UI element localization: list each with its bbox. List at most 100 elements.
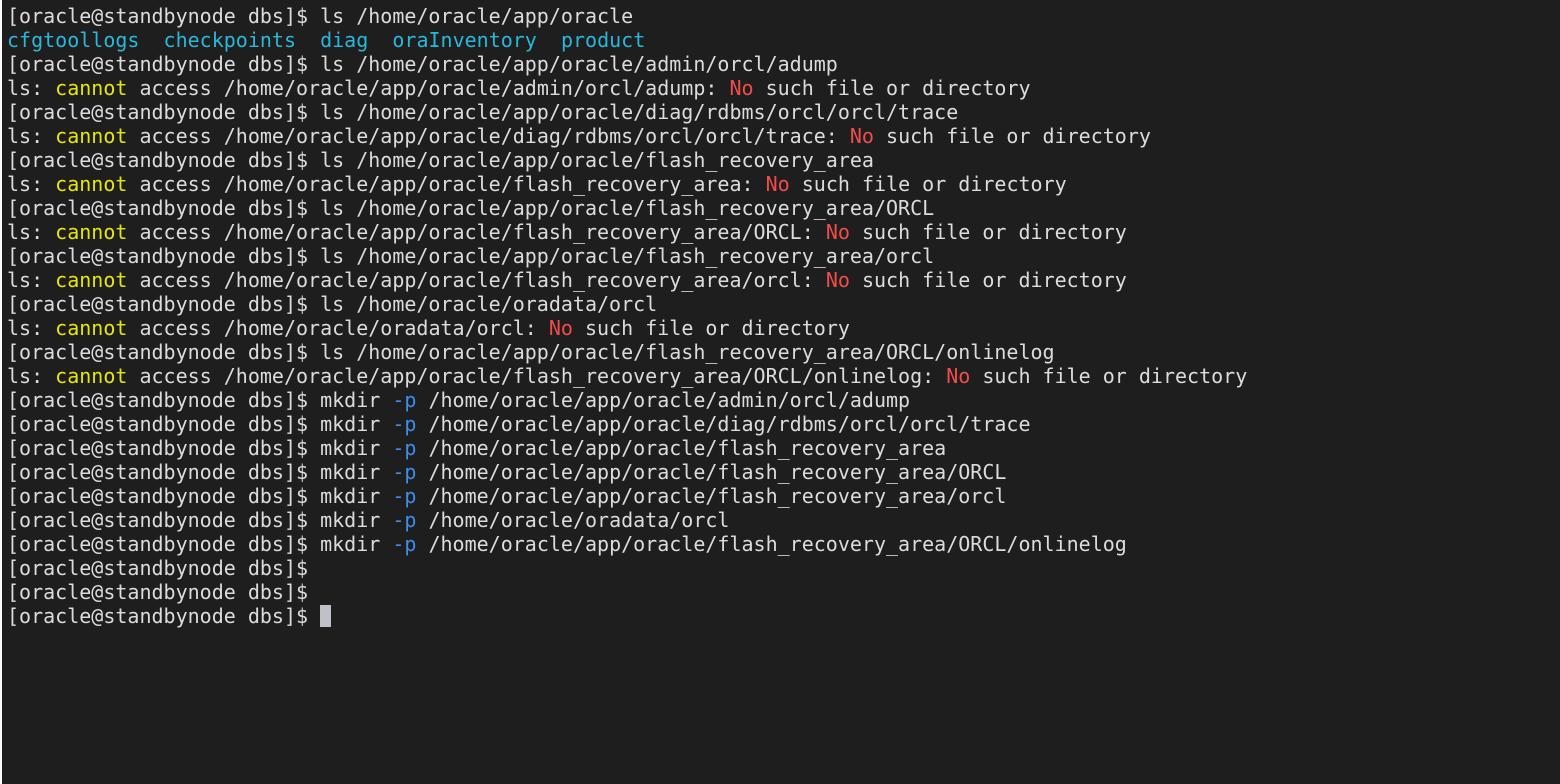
terminal-line: [oracle@standbynode dbs]$ ls /home/oracl… (7, 148, 1247, 172)
command-option: -p (392, 484, 417, 508)
terminal-line: ls: cannot access /home/oracle/app/oracl… (7, 172, 1247, 196)
output-text: ls: (7, 316, 56, 340)
output-text: [oracle@standbynode dbs]$ mkdir (7, 532, 393, 556)
terminal-output: [oracle@standbynode dbs]$ ls /home/oracl… (7, 4, 1247, 628)
terminal-line: ls: cannot access /home/oracle/app/oracl… (7, 76, 1247, 100)
error-text: No (765, 172, 790, 196)
directory-name: cfgtoollogs (7, 28, 140, 52)
output-text: /home/oracle/app/oracle/admin/orcl/adump (416, 388, 911, 412)
output-text: [oracle@standbynode dbs]$ ls /home/oracl… (7, 292, 658, 316)
terminal-line: [oracle@standbynode dbs]$ mkdir -p /home… (7, 508, 1247, 532)
output-text: such file or directory (753, 76, 1031, 100)
terminal-line: ls: cannot access /home/oracle/app/oracl… (7, 268, 1247, 292)
terminal-line: ls: cannot access /home/oracle/oradata/o… (7, 316, 1247, 340)
command-option: -p (392, 436, 417, 460)
terminal-line: [oracle@standbynode dbs]$ (7, 580, 1247, 604)
output-text: [oracle@standbynode dbs]$ mkdir (7, 436, 393, 460)
error-text: No (548, 316, 573, 340)
terminal-line: [oracle@standbynode dbs]$ mkdir -p /home… (7, 436, 1247, 460)
output-text: such file or directory (789, 172, 1067, 196)
error-text: No (946, 364, 971, 388)
text-cursor (320, 605, 332, 627)
output-text: access /home/oracle/oradata/orcl: (127, 316, 549, 340)
output-text: ls: (7, 268, 56, 292)
error-text: No (825, 268, 850, 292)
error-text: No (729, 76, 754, 100)
terminal-line: [oracle@standbynode dbs]$ mkdir -p /home… (7, 532, 1247, 556)
output-text: such file or directory (849, 220, 1127, 244)
terminal-line: [oracle@standbynode dbs]$ ls /home/oracl… (7, 52, 1247, 76)
directory-name: diag (320, 28, 369, 52)
directory-name: checkpoints (163, 28, 296, 52)
terminal-line: [oracle@standbynode dbs]$ ls /home/oracl… (7, 340, 1247, 364)
output-text: /home/oracle/oradata/orcl (416, 508, 730, 532)
terminal-line: [oracle@standbynode dbs]$ mkdir -p /home… (7, 388, 1247, 412)
output-text: [oracle@standbynode dbs]$ (7, 556, 309, 580)
terminal-line: [oracle@standbynode dbs]$ mkdir -p /home… (7, 484, 1247, 508)
output-text: access /home/oracle/app/oracle/flash_rec… (127, 268, 826, 292)
output-text: /home/oracle/app/oracle/flash_recovery_a… (416, 460, 1007, 484)
output-text: such file or directory (970, 364, 1248, 388)
output-text: [oracle@standbynode dbs]$ ls /home/oracl… (7, 196, 935, 220)
output-text: access /home/oracle/app/oracle/flash_rec… (127, 172, 766, 196)
output-text: ls: (7, 172, 56, 196)
warning-text: cannot (55, 76, 128, 100)
output-text: /home/oracle/app/oracle/flash_recovery_a… (416, 436, 947, 460)
error-text: No (849, 124, 874, 148)
output-text: ls: (7, 76, 56, 100)
output-text: such file or directory (849, 268, 1127, 292)
directory-name: product (560, 28, 646, 52)
directory-name: oraInventory (392, 28, 537, 52)
command-option: -p (392, 388, 417, 412)
output-text: [oracle@standbynode dbs]$ ls /home/oracl… (7, 340, 1055, 364)
output-text: [oracle@standbynode dbs]$ mkdir (7, 412, 393, 436)
warning-text: cannot (55, 220, 128, 244)
output-text: access /home/oracle/app/oracle/flash_rec… (127, 220, 826, 244)
command-option: -p (392, 508, 417, 532)
output-text: [oracle@standbynode dbs]$ mkdir (7, 388, 393, 412)
output-text: such file or directory (873, 124, 1151, 148)
output-text: ls: (7, 124, 56, 148)
terminal-line: [oracle@standbynode dbs]$ mkdir -p /home… (7, 412, 1247, 436)
command-option: -p (392, 460, 417, 484)
terminal-line: [oracle@standbynode dbs]$ ls /home/oracl… (7, 244, 1247, 268)
terminal-line: [oracle@standbynode dbs]$ (7, 556, 1247, 580)
output-text: /home/oracle/app/oracle/flash_recovery_a… (416, 532, 1127, 556)
command-option: -p (392, 412, 417, 436)
terminal-line: ls: cannot access /home/oracle/app/oracl… (7, 220, 1247, 244)
output-text: [oracle@standbynode dbs]$ ls /home/oracl… (7, 148, 874, 172)
terminal-line: ls: cannot access /home/oracle/app/oracl… (7, 364, 1247, 388)
output-text: /home/oracle/app/oracle/diag/rdbms/orcl/… (416, 412, 1031, 436)
output-text: access /home/oracle/app/oracle/diag/rdbm… (127, 124, 850, 148)
output-text: ls: (7, 364, 56, 388)
output-text: such file or directory (572, 316, 850, 340)
output-text: [oracle@standbynode dbs]$ (7, 580, 309, 604)
output-text: access /home/oracle/app/oracle/flash_rec… (127, 364, 947, 388)
output-text: [oracle@standbynode dbs]$ mkdir (7, 460, 393, 484)
output-text: [oracle@standbynode dbs]$ ls /home/oracl… (7, 4, 634, 28)
output-text: [oracle@standbynode dbs]$ (7, 604, 321, 628)
output-text: [oracle@standbynode dbs]$ ls /home/oracl… (7, 100, 959, 124)
output-text: ls: (7, 220, 56, 244)
terminal-line: [oracle@standbynode dbs]$ ls /home/oracl… (7, 292, 1247, 316)
output-text: [oracle@standbynode dbs]$ ls /home/oracl… (7, 244, 935, 268)
terminal-line: ls: cannot access /home/oracle/app/oracl… (7, 124, 1247, 148)
error-text: No (825, 220, 850, 244)
warning-text: cannot (55, 316, 128, 340)
terminal-window[interactable]: [oracle@standbynode dbs]$ ls /home/oracl… (2, 0, 1560, 784)
output-text: [oracle@standbynode dbs]$ mkdir (7, 484, 393, 508)
terminal-line: [oracle@standbynode dbs]$ ls /home/oracl… (7, 100, 1247, 124)
terminal-line: [oracle@standbynode dbs]$ ls /home/oracl… (7, 196, 1247, 220)
terminal-line: [oracle@standbynode dbs]$ (7, 604, 1247, 628)
output-text: [oracle@standbynode dbs]$ mkdir (7, 508, 393, 532)
output-text: access /home/oracle/app/oracle/admin/orc… (127, 76, 730, 100)
terminal-line: [oracle@standbynode dbs]$ mkdir -p /home… (7, 460, 1247, 484)
terminal-line: cfgtoollogs checkpoints diag oraInventor… (7, 28, 1247, 52)
terminal-line: [oracle@standbynode dbs]$ ls /home/oracl… (7, 4, 1247, 28)
warning-text: cannot (55, 268, 128, 292)
warning-text: cannot (55, 124, 128, 148)
